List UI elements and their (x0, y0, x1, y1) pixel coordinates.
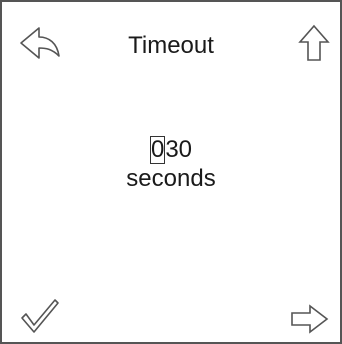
timeout-screen: Timeout 030 seconds (0, 0, 342, 344)
page-title: Timeout (128, 32, 214, 59)
up-button[interactable] (298, 24, 330, 62)
digit-hundreds-editing[interactable]: 0 (149, 136, 166, 164)
up-arrow-icon (298, 24, 330, 62)
checkmark-icon (20, 298, 60, 336)
digit-ones[interactable]: 0 (179, 136, 192, 164)
next-button[interactable] (290, 304, 330, 334)
digit-tens[interactable]: 3 (165, 136, 178, 164)
confirm-button[interactable] (20, 298, 60, 336)
timeout-value: 030 (2, 136, 340, 164)
right-arrow-icon (290, 304, 330, 334)
timeout-value-display: 030 seconds (2, 136, 340, 193)
timeout-unit-label: seconds (126, 165, 216, 192)
